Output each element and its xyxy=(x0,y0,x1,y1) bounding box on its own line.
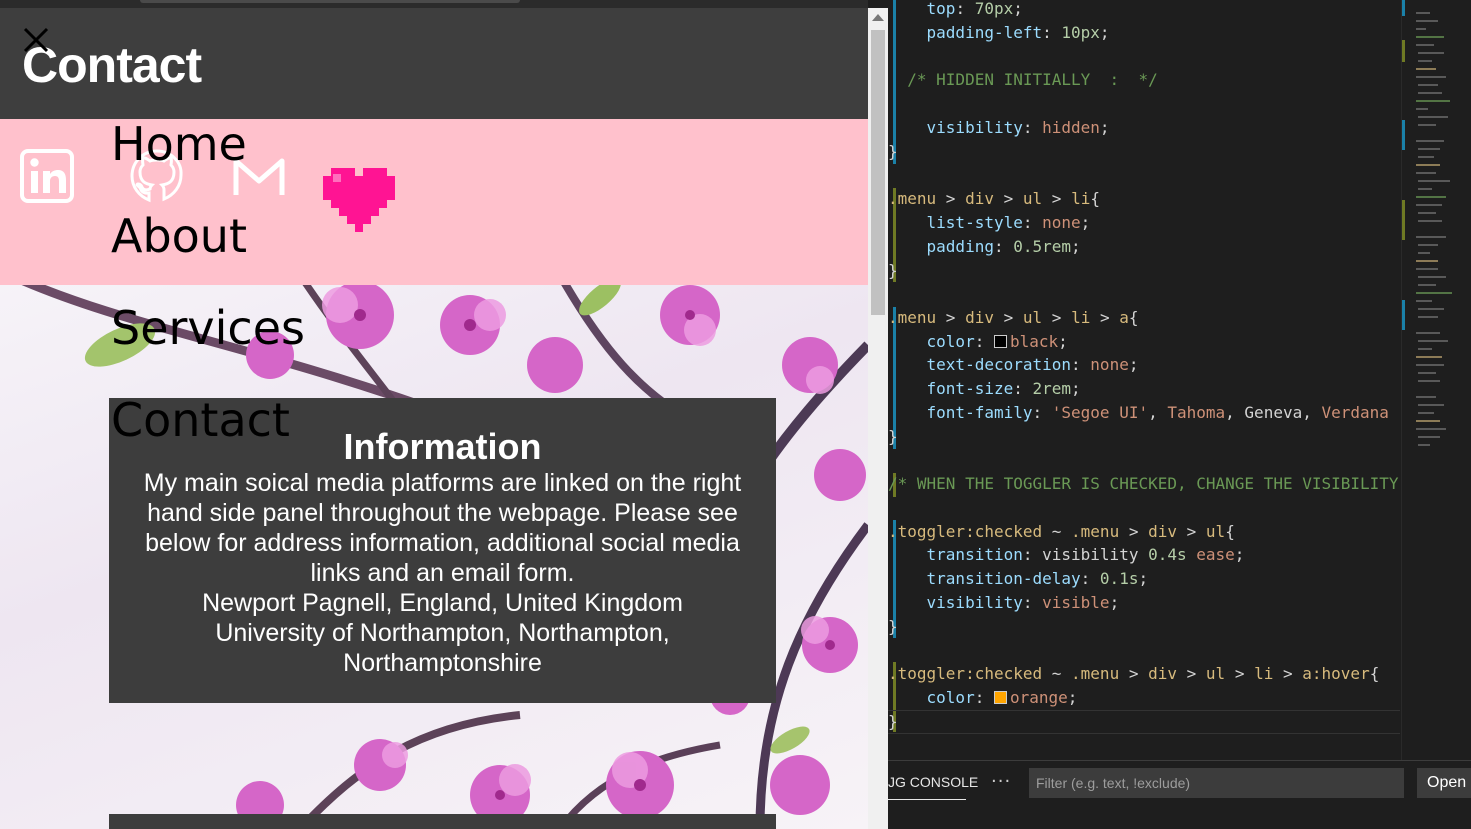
minimap-content xyxy=(1402,0,1452,760)
code-line: } xyxy=(888,261,898,280)
code-line: .toggler:checked ~ .menu > div > ul > li… xyxy=(888,664,1380,683)
code-line: list-style: none; xyxy=(926,213,1091,232)
code-line: /* WHEN THE TOGGLER IS CHECKED, CHANGE T… xyxy=(888,474,1428,493)
code-line: visibility: hidden; xyxy=(926,118,1110,137)
code-line: font-family: 'Segoe UI', Tahoma, Geneva,… xyxy=(926,403,1389,422)
scroll-thumb[interactable] xyxy=(871,30,885,315)
site-header: Contact xyxy=(0,8,868,119)
information-text: My main soical media platforms are linke… xyxy=(137,468,748,678)
console-filter-input[interactable] xyxy=(1029,768,1404,798)
code-line: padding-left: 10px; xyxy=(926,23,1110,42)
nav-link-about[interactable]: About xyxy=(111,213,247,259)
address-line-2: University of Northampton, Northampton, … xyxy=(215,619,670,677)
next-section-card xyxy=(109,814,776,829)
code-line: visibility: visible; xyxy=(926,593,1120,612)
browser-preview: Contact Home About Services Information … xyxy=(0,0,868,829)
code-line: } xyxy=(888,712,898,731)
address-line-1: Newport Pagnell, England, United Kingdom xyxy=(202,589,683,617)
open-button[interactable]: Open xyxy=(1417,768,1471,798)
code-line: } xyxy=(888,427,898,446)
preview-scrollbar[interactable] xyxy=(868,8,888,829)
heart-icon xyxy=(323,168,395,232)
nav-link-home[interactable]: Home xyxy=(111,121,247,167)
color-swatch-orange[interactable] xyxy=(993,691,1007,704)
code-line: padding: 0.5rem; xyxy=(926,237,1081,256)
active-tab-indicator xyxy=(888,799,966,800)
code-line: .toggler:checked ~ .menu > div > ul{ xyxy=(888,522,1235,541)
code-line: top: 70px; xyxy=(926,0,1023,18)
code-editor[interactable]: top: 70px; padding-left: 10px; /* HIDDEN… xyxy=(888,0,1471,760)
tab-debug-console[interactable]: JG CONSOLE xyxy=(888,774,978,790)
code-line: .menu > div > ul > li > a{ xyxy=(888,308,1139,327)
color-swatch-black[interactable] xyxy=(993,335,1007,348)
minimap[interactable] xyxy=(1401,0,1471,760)
code-line: .menu > div > ul > li{ xyxy=(888,189,1100,208)
code-line: /* HIDDEN INITIALLY : */ xyxy=(907,70,1158,89)
code-line: transition: visibility 0.4s ease; xyxy=(926,545,1245,564)
nav-link-services[interactable]: Services xyxy=(111,305,305,351)
code-line: } xyxy=(888,142,898,161)
code-line: color: orange; xyxy=(926,688,1078,707)
tab-strip-edge xyxy=(0,0,868,8)
more-actions-icon[interactable]: ··· xyxy=(991,771,1011,792)
code-line: } xyxy=(888,617,898,636)
code-line: text-decoration: none; xyxy=(926,355,1139,374)
information-body: My main soical media platforms are linke… xyxy=(143,469,742,587)
linkedin-icon[interactable] xyxy=(20,149,74,203)
nav-link-contact[interactable]: Contact xyxy=(111,397,290,443)
bottom-panel: JG CONSOLE ··· Open xyxy=(888,760,1471,829)
code-line: transition-delay: 0.1s; xyxy=(926,569,1149,588)
code-line: color: black; xyxy=(926,332,1068,351)
scroll-up-arrow-icon[interactable] xyxy=(872,14,884,21)
close-icon[interactable] xyxy=(22,26,50,54)
code-line: font-size: 2rem; xyxy=(926,379,1081,398)
